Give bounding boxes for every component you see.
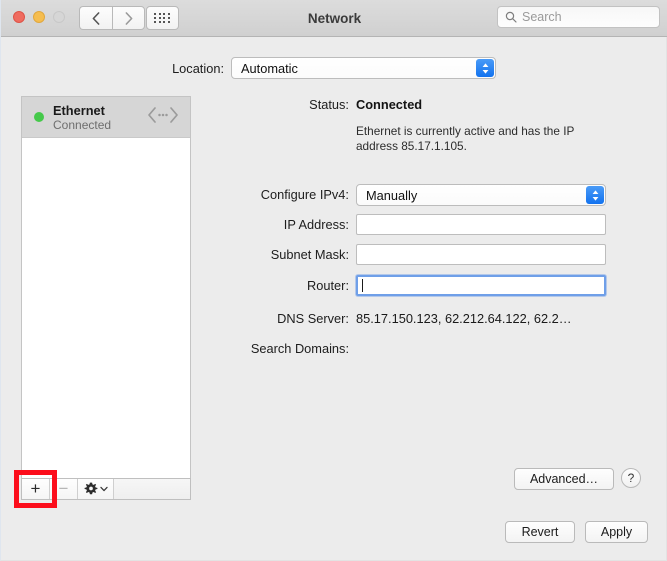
configure-ipv4-label: Configure IPv4: xyxy=(260,187,349,202)
chevron-updown-icon xyxy=(476,59,494,77)
gear-icon xyxy=(84,482,97,495)
search-icon xyxy=(505,11,517,23)
network-preferences-window: Network Location: Automatic E xyxy=(0,0,667,561)
configure-ipv4-row: Configure IPv4: Manually xyxy=(201,184,661,206)
location-selected-value: Automatic xyxy=(241,60,298,76)
services-toolbar: + − xyxy=(21,478,191,500)
toolbar-filler xyxy=(114,479,190,499)
dns-server-value: 85.17.150.123, 62.212.64.122, 62.2… xyxy=(356,311,572,326)
ip-address-row: IP Address: xyxy=(201,214,661,236)
router-row: Router: xyxy=(201,275,661,297)
text-caret xyxy=(362,279,363,292)
configure-ipv4-selected-value: Manually xyxy=(366,187,418,203)
service-detail-pane: Status: Connected Ethernet is currently … xyxy=(201,96,661,368)
advanced-button[interactable]: Advanced… xyxy=(514,468,614,490)
service-text: Ethernet Connected xyxy=(53,103,147,132)
search-domains-label: Search Domains: xyxy=(250,341,349,356)
status-label: Status: xyxy=(309,97,349,112)
add-service-button[interactable]: + xyxy=(22,479,50,499)
service-status: Connected xyxy=(53,117,112,132)
location-label: Location: xyxy=(172,60,224,76)
status-indicator-dot xyxy=(34,112,44,122)
service-name: Ethernet xyxy=(53,102,105,118)
search-domains-row: Search Domains: xyxy=(201,338,661,360)
router-input[interactable] xyxy=(356,275,606,296)
search-input[interactable] xyxy=(522,8,642,26)
ip-address-label: IP Address: xyxy=(283,217,349,232)
status-row: Status: Connected Ethernet is currently … xyxy=(201,96,661,154)
subnet-mask-row: Subnet Mask: xyxy=(201,244,661,266)
status-description: Ethernet is currently active and has the… xyxy=(356,124,575,153)
apply-button[interactable]: Apply xyxy=(585,521,648,543)
service-actions-menu-button[interactable] xyxy=(78,479,114,499)
remove-service-button: − xyxy=(50,479,78,499)
ip-address-input[interactable] xyxy=(356,214,606,235)
services-list[interactable]: Ethernet Connected xyxy=(21,96,191,479)
location-dropdown[interactable]: Automatic xyxy=(231,57,496,79)
chevron-updown-icon xyxy=(586,186,604,204)
location-row: Location: Automatic xyxy=(1,56,667,80)
dns-server-row: DNS Server: 85.17.150.123, 62.212.64.122… xyxy=(201,308,661,330)
revert-button[interactable]: Revert xyxy=(505,521,575,543)
window-titlebar: Network xyxy=(1,0,667,37)
dns-server-label: DNS Server: xyxy=(277,311,349,326)
chevron-down-icon xyxy=(99,486,108,492)
ethernet-connector-icon xyxy=(147,106,179,129)
help-button[interactable]: ? xyxy=(621,468,641,488)
list-item-ethernet[interactable]: Ethernet Connected xyxy=(22,97,190,138)
router-label: Router: xyxy=(307,278,349,293)
subnet-mask-label: Subnet Mask: xyxy=(270,247,349,262)
search-field[interactable] xyxy=(497,6,660,28)
subnet-mask-input[interactable] xyxy=(356,244,606,265)
status-value: Connected xyxy=(356,97,423,112)
configure-ipv4-dropdown[interactable]: Manually xyxy=(356,184,606,206)
